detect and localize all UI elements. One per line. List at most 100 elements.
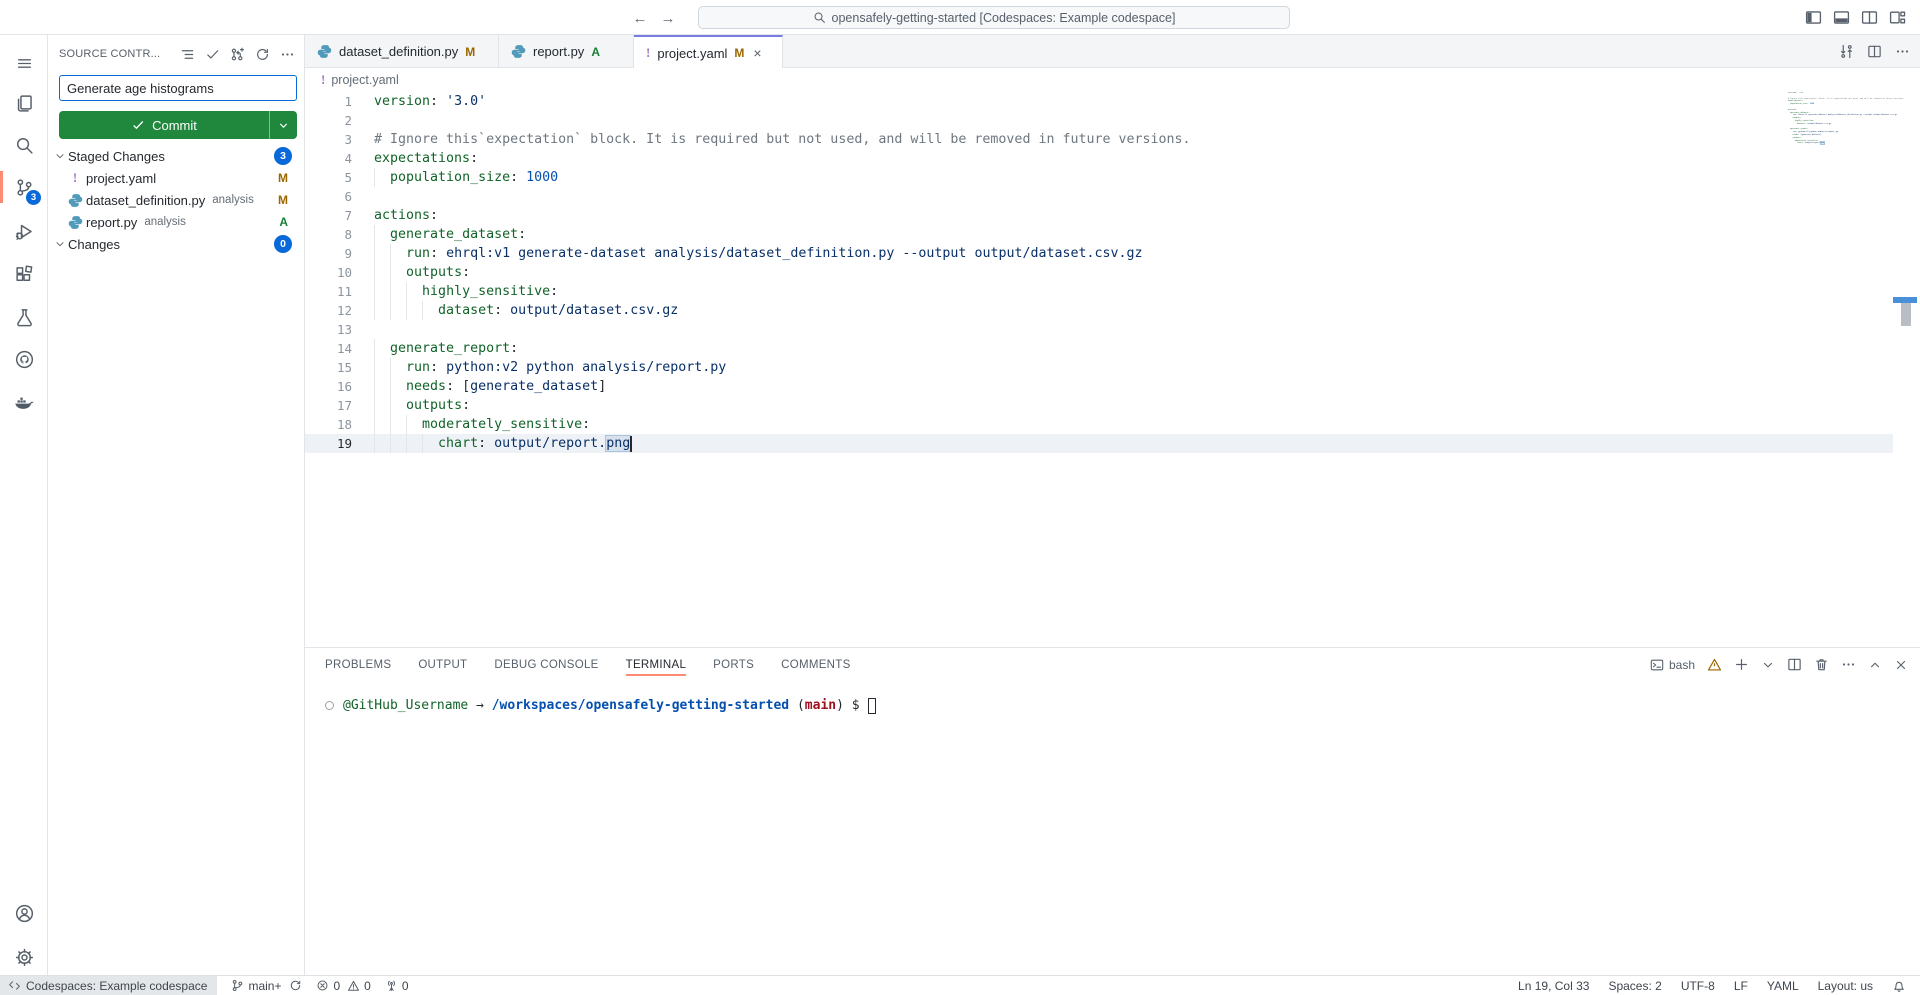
activity-item-settings[interactable] xyxy=(0,937,48,977)
code-line-16[interactable]: 16 needs: [generate_dataset] xyxy=(305,377,1893,396)
scm-file-row[interactable]: dataset_definition.pyanalysisM xyxy=(48,189,305,211)
activity-item-run-debug[interactable] xyxy=(0,211,48,251)
activity-item-menu[interactable] xyxy=(0,43,48,83)
toggle-panel-icon[interactable] xyxy=(1833,9,1850,26)
code-line-8[interactable]: 8 generate_dataset: xyxy=(305,225,1893,244)
terminal[interactable]: @GitHub_Username → /workspaces/opensafel… xyxy=(325,696,876,715)
pull-request-icon[interactable] xyxy=(230,47,245,62)
minimap[interactable]: version: '3.0' # Ignore this`expectation… xyxy=(1788,92,1906,172)
activity-item-docker[interactable] xyxy=(0,382,48,422)
code-text: generate_report: xyxy=(352,339,518,358)
panel-more-icon[interactable] xyxy=(1841,657,1856,672)
notifications-bell-icon[interactable] xyxy=(1892,979,1906,993)
status-language-mode[interactable]: YAML xyxy=(1767,979,1799,993)
commit-dropdown-button[interactable] xyxy=(270,111,297,139)
panel-tab-comments[interactable]: COMMENTS xyxy=(781,648,850,681)
commit-button[interactable]: Commit xyxy=(59,111,297,139)
code-line-19[interactable]: 19 chart: output/report.png xyxy=(305,434,1893,453)
toggle-sidebar-icon[interactable] xyxy=(1805,9,1822,26)
scm-file-status-M: M xyxy=(278,193,288,207)
scm-file-name: dataset_definition.py xyxy=(86,193,205,208)
remote-icon xyxy=(8,979,21,992)
code-line-6[interactable]: 6 xyxy=(305,187,1893,206)
line-number: 18 xyxy=(305,415,352,434)
scm-section-staged-changes[interactable]: Staged Changes3 xyxy=(48,145,305,167)
ports-indicator[interactable]: 0 xyxy=(385,979,409,993)
terminal-shell-entry[interactable]: bash xyxy=(1650,658,1695,672)
sync-icon xyxy=(289,979,302,992)
problems-indicator[interactable]: 0 0 xyxy=(316,979,370,993)
code-line-3[interactable]: 3# Ignore this`expectation` block. It is… xyxy=(305,130,1893,149)
remote-indicator[interactable]: Codespaces: Example codespace xyxy=(0,976,217,995)
status-indentation[interactable]: Spaces: 2 xyxy=(1608,979,1661,993)
more-icon[interactable] xyxy=(1895,44,1910,59)
editor-tab-dataset_definition.py[interactable]: dataset_definition.pyM xyxy=(305,35,499,68)
code-line-15[interactable]: 15 run: python:v2 python analysis/report… xyxy=(305,358,1893,377)
indent-guide xyxy=(422,434,423,453)
status-cursor-position[interactable]: Ln 19, Col 33 xyxy=(1518,979,1589,993)
commit-check-icon[interactable] xyxy=(205,47,220,62)
scm-section-changes[interactable]: Changes0 xyxy=(48,233,305,255)
code-line-7[interactable]: 7actions: xyxy=(305,206,1893,225)
nav-back-icon[interactable]: ← xyxy=(630,8,650,28)
radio-tower-icon xyxy=(385,979,398,992)
code-line-2[interactable]: 2 xyxy=(305,111,1893,130)
editor-tab-report.py[interactable]: report.pyA xyxy=(499,35,634,68)
status-keyboard-layout[interactable]: Layout: us xyxy=(1818,979,1873,993)
split-editor-layout-icon[interactable] xyxy=(1861,9,1878,26)
tab-close-icon[interactable]: × xyxy=(753,45,761,61)
view-as-list-icon[interactable] xyxy=(180,47,195,62)
scm-section-label: Changes xyxy=(68,237,120,252)
split-terminal-icon[interactable] xyxy=(1787,657,1802,672)
terminal-command-decoration[interactable] xyxy=(325,701,334,710)
activity-item-accounts[interactable] xyxy=(0,893,48,933)
code-line-12[interactable]: 12 dataset: output/dataset.csv.gz xyxy=(305,301,1893,320)
code-line-18[interactable]: 18 moderately_sensitive: xyxy=(305,415,1893,434)
activity-item-explorer[interactable] xyxy=(0,83,48,123)
activity-item-source-control[interactable]: 3 xyxy=(0,167,48,207)
code-line-9[interactable]: 9 run: ehrql:v1 generate-dataset analysi… xyxy=(305,244,1893,263)
code-line-11[interactable]: 11 highly_sensitive: xyxy=(305,282,1893,301)
refresh-icon[interactable] xyxy=(255,47,270,62)
editor-tab-project.yaml[interactable]: !project.yamlM× xyxy=(634,35,783,69)
activity-item-extensions[interactable] xyxy=(0,254,48,294)
indent-guide xyxy=(374,263,375,282)
kill-terminal-icon[interactable] xyxy=(1814,657,1829,672)
activity-item-testing[interactable] xyxy=(0,297,48,337)
panel-tab-debug-console[interactable]: DEBUG CONSOLE xyxy=(494,648,598,681)
panel-tab-ports[interactable]: PORTS xyxy=(713,648,754,681)
code-line-4[interactable]: 4expectations: xyxy=(305,149,1893,168)
panel-tab-output[interactable]: OUTPUT xyxy=(418,648,467,681)
customize-layout-icon[interactable] xyxy=(1889,9,1906,26)
breadcrumb[interactable]: ! project.yaml xyxy=(305,68,1920,92)
close-panel-icon[interactable] xyxy=(1894,658,1908,672)
status-eol[interactable]: LF xyxy=(1734,979,1748,993)
code-line-13[interactable]: 13 xyxy=(305,320,1893,339)
more-icon[interactable] xyxy=(280,47,295,62)
terminal-profiles-icon[interactable] xyxy=(1761,658,1775,672)
status-encoding[interactable]: UTF-8 xyxy=(1681,979,1715,993)
nav-forward-icon[interactable]: → xyxy=(658,8,678,28)
code-line-17[interactable]: 17 outputs: xyxy=(305,396,1893,415)
indent-guide xyxy=(374,339,375,358)
code-line-14[interactable]: 14 generate_report: xyxy=(305,339,1893,358)
split-editor-icon[interactable] xyxy=(1867,44,1882,59)
scm-file-row[interactable]: !project.yamlM xyxy=(48,167,305,189)
code-line-5[interactable]: 5 population_size: 1000 xyxy=(305,168,1893,187)
code-editor[interactable]: 1version: '3.0'23# Ignore this`expectati… xyxy=(305,92,1920,647)
panel-tab-problems[interactable]: PROBLEMS xyxy=(325,648,391,681)
code-line-1[interactable]: 1version: '3.0' xyxy=(305,92,1893,111)
new-terminal-icon[interactable] xyxy=(1734,657,1749,672)
command-center-search[interactable]: opensafely-getting-started [Codespaces: … xyxy=(698,6,1290,29)
activity-item-search[interactable] xyxy=(0,125,48,165)
commit-message-input[interactable] xyxy=(59,75,297,101)
maximize-panel-icon[interactable] xyxy=(1868,658,1882,672)
open-changes-icon[interactable] xyxy=(1839,44,1854,59)
commit-button-main[interactable]: Commit xyxy=(59,111,270,139)
code-line-10[interactable]: 10 outputs: xyxy=(305,263,1893,282)
editor-scrollbar-thumb[interactable] xyxy=(1901,303,1911,326)
activity-item-github[interactable] xyxy=(0,339,48,379)
scm-file-row[interactable]: report.pyanalysisA xyxy=(48,211,305,233)
branch-indicator[interactable]: main+ xyxy=(231,979,302,993)
panel-tab-terminal[interactable]: TERMINAL xyxy=(626,648,687,681)
